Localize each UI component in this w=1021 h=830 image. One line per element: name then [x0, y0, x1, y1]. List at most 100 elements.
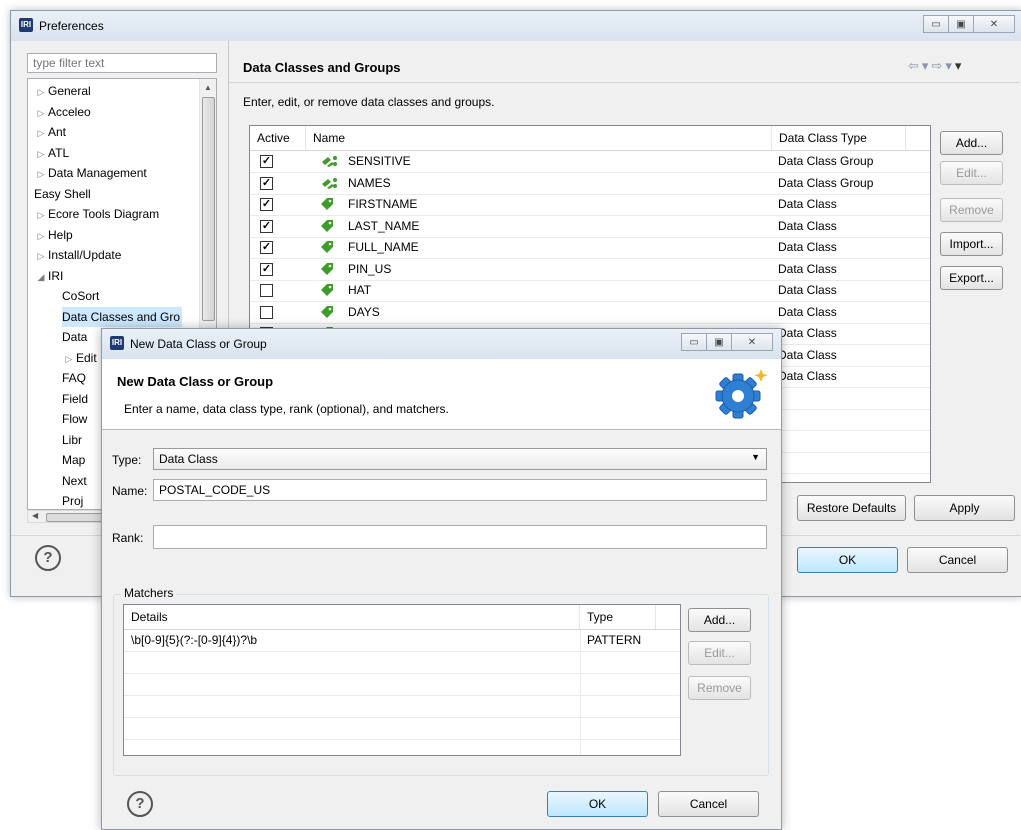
title-bar[interactable]: IRI Preferences ▭ ▣ ✕: [11, 11, 1021, 41]
row-type: Data Class: [778, 304, 837, 319]
expand-arrow-icon[interactable]: ▷: [34, 103, 48, 123]
table-row[interactable]: ✓ FIRSTNAME Data Class: [250, 194, 930, 216]
active-checkbox[interactable]: ✓: [260, 241, 273, 254]
tree-item[interactable]: ▷ General: [34, 81, 91, 101]
dialog-cancel-button[interactable]: Cancel: [658, 791, 759, 817]
column-details[interactable]: Details: [124, 605, 580, 629]
tree-item-label: Proj: [62, 494, 84, 508]
active-checkbox[interactable]: [260, 305, 273, 319]
active-checkbox[interactable]: ✓: [260, 262, 273, 276]
dialog-title-bar[interactable]: IRI New Data Class or Group ▭ ▣ ✕: [102, 329, 781, 359]
dialog-minimize-icon[interactable]: ▭: [681, 333, 707, 351]
view-menu-icon[interactable]: ▾: [955, 58, 965, 73]
active-checkbox[interactable]: ✓: [260, 219, 273, 233]
export-button[interactable]: Export...: [940, 266, 1003, 290]
remove-button[interactable]: Remove: [940, 198, 1003, 222]
active-checkbox[interactable]: ✓: [260, 198, 273, 211]
table-row[interactable]: ✓ LAST_NAME Data Class: [250, 216, 930, 238]
type-select[interactable]: Data Class ▼: [153, 448, 767, 470]
table-row[interactable]: ✓ PIN_US Data Class: [250, 259, 930, 281]
column-divider: [580, 630, 581, 651]
dialog-maximize-icon[interactable]: ▣: [706, 333, 732, 351]
tree-item[interactable]: CoSort: [62, 286, 99, 306]
row-name: LAST_NAME: [348, 218, 420, 233]
row-type: Data Class: [778, 261, 837, 276]
edit-button[interactable]: Edit...: [940, 161, 1003, 185]
tree-item[interactable]: ▷ Data Management: [34, 163, 147, 183]
tree-item[interactable]: Proj: [62, 491, 84, 509]
tree-item[interactable]: Libr: [62, 430, 82, 450]
back-arrow-icon[interactable]: ⇦▾: [908, 58, 931, 73]
tree-item[interactable]: ▷ ATL: [34, 143, 70, 164]
restore-defaults-button[interactable]: Restore Defaults: [797, 495, 906, 521]
table-row[interactable]: ✓ NAMES Data Class Group: [250, 173, 930, 195]
scroll-thumb[interactable]: [202, 97, 215, 321]
import-button[interactable]: Import...: [940, 232, 1003, 256]
tree-item[interactable]: Field: [62, 389, 88, 409]
hscroll-thumb[interactable]: [46, 513, 108, 522]
expand-arrow-icon[interactable]: ▷: [34, 164, 48, 184]
row-type: Data Class: [778, 197, 837, 211]
scroll-left-icon[interactable]: ◀: [32, 511, 38, 520]
tree-item[interactable]: Data Classes and Gro: [62, 306, 183, 327]
expand-arrow-icon[interactable]: ▷: [34, 226, 48, 246]
scroll-up-icon[interactable]: ▲: [204, 83, 212, 92]
column-name[interactable]: Name: [306, 126, 772, 150]
dialog-ok-button[interactable]: OK: [547, 791, 648, 817]
expand-arrow-icon[interactable]: ▷: [34, 82, 48, 102]
tree-item[interactable]: ▷ Ecore Tools Diagram: [34, 204, 160, 225]
tree-item[interactable]: Next: [62, 471, 87, 491]
tree-item[interactable]: ▷ Help: [34, 225, 73, 245]
table-row[interactable]: DAYS Data Class: [250, 302, 930, 324]
expand-arrow-icon[interactable]: ▷: [34, 205, 48, 225]
dialog-close-icon[interactable]: ✕: [731, 333, 773, 351]
tree-item[interactable]: ▷ Acceleo: [34, 102, 91, 122]
active-checkbox[interactable]: [260, 284, 273, 297]
active-checkbox[interactable]: ✓: [260, 176, 273, 190]
row-type: Data Class: [778, 283, 837, 297]
matchers-table[interactable]: Details Type \b[0-9]{5}(?:-[0-9]{4})?\b P…: [123, 604, 681, 756]
tree-item[interactable]: ▷ Edit: [62, 348, 97, 368]
name-input-value: POSTAL_CODE_US: [159, 483, 271, 497]
cancel-button[interactable]: Cancel: [907, 547, 1008, 573]
column-divider: [580, 696, 581, 717]
rank-input[interactable]: [153, 525, 767, 549]
tree-item[interactable]: Map: [62, 450, 85, 470]
column-active[interactable]: Active: [250, 126, 306, 150]
tree-item[interactable]: ◢ IRI: [34, 266, 64, 287]
tree-item[interactable]: Data: [62, 327, 87, 347]
tree-item[interactable]: ▷ Install/Update: [34, 245, 122, 266]
ok-button[interactable]: OK: [797, 547, 898, 573]
matcher-remove-button[interactable]: Remove: [688, 676, 751, 700]
close-icon[interactable]: ✕: [973, 15, 1015, 33]
column-type[interactable]: Data Class Type: [772, 126, 906, 150]
tree-item[interactable]: Easy Shell: [34, 184, 91, 204]
apply-button[interactable]: Apply: [914, 495, 1015, 521]
dialog-heading: New Data Class or Group: [117, 374, 274, 389]
tree-item[interactable]: ▷ Ant: [34, 122, 66, 142]
add-button[interactable]: Add...: [940, 131, 1003, 155]
forward-arrow-icon[interactable]: ⇨▾: [931, 58, 954, 73]
tree-item[interactable]: Flow: [62, 409, 87, 429]
expand-arrow-icon[interactable]: ▷: [62, 349, 76, 369]
tree-item[interactable]: FAQ: [62, 368, 86, 388]
table-row[interactable]: HAT Data Class: [250, 280, 930, 302]
dialog-help-icon[interactable]: ?: [127, 791, 153, 817]
help-icon[interactable]: ?: [35, 545, 61, 571]
table-row[interactable]: ✓ SENSITIVE Data Class Group: [250, 151, 930, 173]
app-icon: IRI: [19, 18, 33, 32]
active-checkbox[interactable]: ✓: [260, 155, 273, 168]
column-matcher-type[interactable]: Type: [580, 605, 656, 629]
expand-arrow-icon[interactable]: ▷: [34, 246, 48, 266]
table-row[interactable]: ✓ FULL_NAME Data Class: [250, 237, 930, 259]
matcher-row[interactable]: \b[0-9]{5}(?:-[0-9]{4})?\b PATTERN: [124, 630, 680, 652]
minimize-icon[interactable]: ▭: [923, 15, 949, 33]
filter-input[interactable]: [27, 53, 217, 73]
expand-arrow-icon[interactable]: ▷: [34, 123, 48, 143]
name-input[interactable]: POSTAL_CODE_US: [153, 479, 767, 501]
maximize-icon[interactable]: ▣: [948, 15, 974, 33]
matcher-edit-button[interactable]: Edit...: [688, 641, 751, 665]
expand-arrow-icon[interactable]: ◢: [34, 267, 48, 287]
matcher-add-button[interactable]: Add...: [688, 608, 751, 632]
expand-arrow-icon[interactable]: ▷: [34, 144, 48, 164]
